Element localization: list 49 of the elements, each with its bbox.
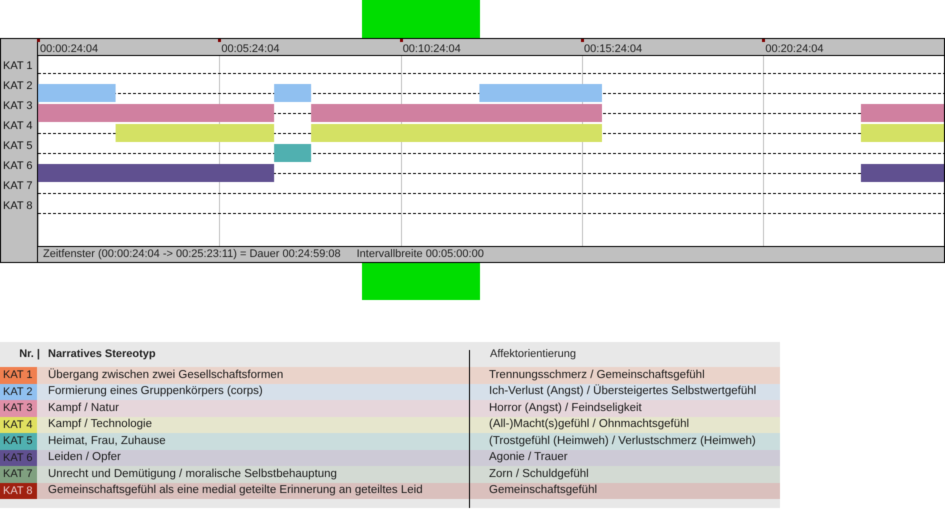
- affect-text: Ich-Verlust (Angst) / Übersteigertes Selbstwertgefühl: [489, 383, 756, 400]
- column-header: Narratives Stereotyp: [48, 347, 157, 362]
- time-tick-label: 00:05:24:04: [221, 42, 280, 57]
- tick-mark: [37, 39, 40, 42]
- affect-text: Zorn / Schuldgefühl: [489, 466, 589, 482]
- stereotype-text: Heimat, Frau, Zuhause: [48, 434, 167, 449]
- affect-text: (All-)Macht(s)gefühl / Ohnmachtsgefühl: [489, 417, 690, 432]
- row-label: KAT 4: [3, 118, 33, 134]
- category-bar: [274, 84, 312, 102]
- category-badge: KAT 3: [0, 400, 37, 416]
- category-badge: KAT 5: [0, 433, 37, 450]
- affect-text: Horror (Angst) / Feindseligkeit: [489, 400, 642, 416]
- stereotype-text: Kampf / Natur: [48, 400, 120, 416]
- stereotype-text: Leiden / Opfer: [48, 450, 122, 466]
- row-label: KAT 1: [3, 58, 33, 74]
- tick-mark: [400, 39, 403, 42]
- category-badge: KAT 8: [0, 482, 37, 499]
- column-header: Affektorientierung: [490, 347, 576, 362]
- affect-text: Gemeinschaftsgefühl: [489, 483, 598, 498]
- row-label: KAT 7: [3, 178, 33, 194]
- stereotype-text: Kampf / Technologie: [48, 417, 153, 432]
- row-label: KAT 2: [3, 78, 33, 94]
- row-label: KAT 6: [3, 158, 33, 174]
- row-label: KAT 3: [3, 98, 33, 114]
- row-label: KAT 5: [3, 138, 33, 154]
- row-label: KAT 8: [3, 198, 33, 214]
- affect-text: (Trostgefühl (Heimweh) / Verlustschmerz (Heimweh): [489, 434, 756, 449]
- affect-text: Agonie / Trauer: [489, 450, 568, 466]
- stereotype-text: Unrecht und Demütigung / moralische Selbstbehauptung: [48, 466, 338, 482]
- time-tick-label: 00:00:24:04: [40, 42, 98, 57]
- tick-mark: [762, 39, 766, 42]
- tick-mark: [218, 39, 222, 42]
- category-badge: KAT 1: [0, 367, 37, 384]
- status-text: Zeitfenster (00:00:24:04 -> 00:25:23:11) = Dauer 00:24:59:08: [43, 247, 341, 262]
- column-header: Nr. |: [18, 347, 40, 362]
- category-badge: KAT 2: [0, 384, 37, 400]
- time-tick-label: 00:15:24:04: [584, 42, 642, 57]
- category-badge: KAT 6: [0, 450, 37, 466]
- stereotype-text: Gemeinschaftsgefühl als eine medial geteilte Erinnerung an geteiltes Leid: [48, 483, 424, 498]
- stereotype-text: Formierung eines Gruppenkörpers (corps): [48, 384, 264, 400]
- tick-mark: [581, 39, 584, 42]
- category-bar: [274, 144, 312, 162]
- time-tick-label: 00:10:24:04: [402, 42, 461, 57]
- affect-text: Trennungsschmerz / Gemeinschaftsgefühl: [489, 368, 705, 383]
- time-tick-label: 00:20:24:04: [765, 42, 824, 57]
- interval-text: Intervallbreite 00:05:00:00: [356, 247, 484, 262]
- category-badge: KAT 7: [0, 466, 37, 482]
- stereotype-text: Übergang zwischen zwei Gesellschaftsformen: [48, 367, 284, 383]
- category-badge: KAT 4: [0, 416, 37, 433]
